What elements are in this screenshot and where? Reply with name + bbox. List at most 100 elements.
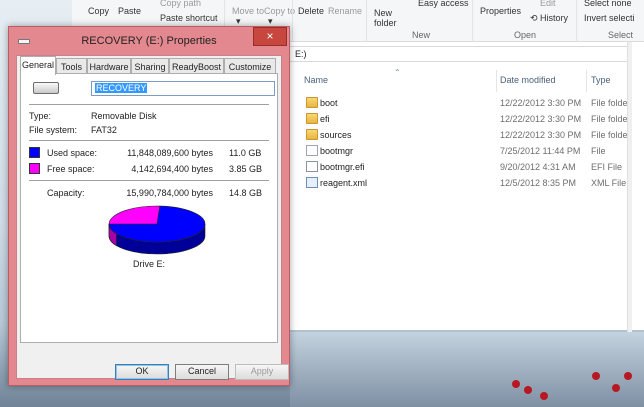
dialog-titlebar[interactable]: RECOVERY (E:) Properties ×: [9, 27, 289, 55]
tab-customize[interactable]: Customize: [224, 58, 276, 74]
paste-shortcut-button[interactable]: Paste shortcut: [160, 13, 218, 23]
tab-sharing[interactable]: Sharing: [131, 58, 169, 74]
tab-hardware[interactable]: Hardware: [87, 58, 131, 74]
type-value: Removable Disk: [91, 111, 157, 121]
ok-button[interactable]: OK: [115, 364, 169, 380]
file-name: bootmgr: [320, 146, 354, 156]
open-group-label: Open: [514, 30, 537, 40]
file-type: File: [591, 146, 606, 156]
file-date: 12/22/2012 3:30 PM: [500, 98, 582, 108]
select-group-label: Select: [608, 30, 634, 40]
edit-button[interactable]: Edit: [540, 0, 556, 8]
new-group-label: New: [412, 30, 431, 40]
free-space-bytes: 4,142,694,400 bytes: [131, 164, 213, 174]
used-space-label: Used space:: [47, 148, 98, 158]
history-button[interactable]: History: [540, 13, 568, 23]
column-type[interactable]: Type: [591, 75, 611, 85]
volume-name-value[interactable]: RECOVERY: [95, 83, 148, 93]
file-type: XML File: [591, 178, 627, 188]
capacity-bytes: 15,990,784,000 bytes: [126, 188, 213, 198]
properties-dialog: RECOVERY (E:) Properties × General Tools…: [8, 26, 290, 386]
cancel-button[interactable]: Cancel: [175, 364, 229, 380]
type-label: Type:: [29, 111, 52, 121]
free-space-label: Free space:: [47, 164, 95, 174]
berry-decoration: [624, 372, 632, 380]
file-name: bootmgr.efi: [320, 162, 365, 172]
file-date: 7/25/2012 11:44 PM: [500, 146, 581, 156]
list-item[interactable]: sources 12/22/2012 3:30 PM File folder: [304, 127, 634, 143]
list-item[interactable]: efi 12/22/2012 3:30 PM File folder: [304, 111, 634, 127]
file-system-value: FAT32: [91, 125, 117, 135]
used-space-bytes: 11,848,089,600 bytes: [127, 148, 213, 158]
removable-drive-icon: [33, 82, 59, 94]
volume-name-input[interactable]: RECOVERY: [91, 81, 275, 96]
file-icon: [306, 145, 318, 156]
free-space-swatch: [29, 163, 40, 174]
tab-readyboost[interactable]: ReadyBoost: [169, 58, 224, 74]
sort-arrow-icon: ⌃: [394, 68, 401, 77]
dialog-title: RECOVERY (E:) Properties: [81, 35, 217, 47]
divider: [29, 180, 269, 181]
berry-decoration: [512, 380, 520, 388]
select-none-button[interactable]: Select none: [584, 0, 632, 8]
usage-pie-chart: [108, 205, 206, 255]
rename-button[interactable]: Rename: [328, 6, 362, 16]
file-date: 12/5/2012 8:35 PM: [500, 178, 577, 188]
invert-selection-button[interactable]: Invert selecti: [584, 13, 635, 23]
copy-button[interactable]: Copy: [88, 6, 109, 16]
list-item[interactable]: boot 12/22/2012 3:30 PM File folder: [304, 95, 634, 111]
berry-decoration: [592, 372, 600, 380]
list-item[interactable]: bootmgr 7/25/2012 11:44 PM File: [304, 143, 634, 159]
file-name: efi: [320, 114, 330, 124]
tab-general[interactable]: General: [20, 56, 56, 75]
copy-path-button[interactable]: Copy path: [160, 0, 201, 8]
file-type: File folder: [591, 114, 631, 124]
delete-button[interactable]: Delete: [298, 6, 324, 16]
berry-decoration: [612, 384, 620, 392]
close-button[interactable]: ×: [253, 27, 287, 46]
divider: [29, 104, 269, 105]
divider: [29, 140, 269, 141]
move-to-button[interactable]: Move to: [232, 6, 264, 16]
history-icon: ⟲: [530, 13, 538, 23]
folder-icon: [306, 113, 318, 124]
new-folder-button[interactable]: New folder: [374, 8, 402, 28]
column-date-modified[interactable]: Date modified: [500, 75, 556, 85]
pie-free-slice: [108, 205, 161, 225]
file-name: reagent.xml: [320, 178, 368, 188]
free-space-size: 3.85 GB: [229, 164, 263, 174]
list-item[interactable]: bootmgr.efi 9/20/2012 4:31 AM EFI File: [304, 159, 634, 175]
file-name: sources: [320, 130, 352, 140]
berry-decoration: [540, 392, 548, 400]
copy-to-button[interactable]: Copy to: [264, 6, 295, 16]
address-text: E:): [295, 49, 307, 59]
berry-decoration: [524, 386, 532, 394]
folder-icon: [306, 129, 318, 140]
file-date: 12/22/2012 3:30 PM: [500, 130, 582, 140]
column-name[interactable]: Name: [304, 75, 328, 85]
used-space-swatch: [29, 147, 40, 158]
file-type: File folder: [591, 98, 631, 108]
file-name: boot: [320, 98, 338, 108]
capacity-label: Capacity:: [47, 188, 85, 198]
file-date: 12/22/2012 3:30 PM: [500, 114, 582, 124]
list-item[interactable]: reagent.xml 12/5/2012 8:35 PM XML File: [304, 175, 634, 191]
easy-access-button[interactable]: Easy access: [418, 0, 469, 8]
efi-file-icon: [306, 161, 318, 172]
file-system-label: File system:: [29, 125, 78, 135]
folder-icon: [306, 97, 318, 108]
drive-label: Drive E:: [132, 259, 165, 269]
tab-tools[interactable]: Tools: [56, 58, 87, 74]
scrollbar[interactable]: [627, 42, 632, 332]
desktop-background: [290, 332, 644, 407]
used-space-size: 11.0 GB: [229, 148, 262, 158]
capacity-size: 14.8 GB: [229, 188, 263, 198]
file-type: EFI File: [591, 162, 623, 172]
apply-button[interactable]: Apply: [235, 364, 289, 380]
properties-button[interactable]: Properties: [480, 6, 521, 16]
file-date: 9/20/2012 4:31 AM: [500, 162, 576, 172]
dialog-body: General Tools Hardware Sharing ReadyBoos…: [16, 55, 289, 380]
paste-button[interactable]: Paste: [118, 6, 141, 16]
xml-file-icon: [306, 177, 318, 188]
general-panel: RECOVERY Type: Removable Disk File syste…: [20, 73, 278, 343]
